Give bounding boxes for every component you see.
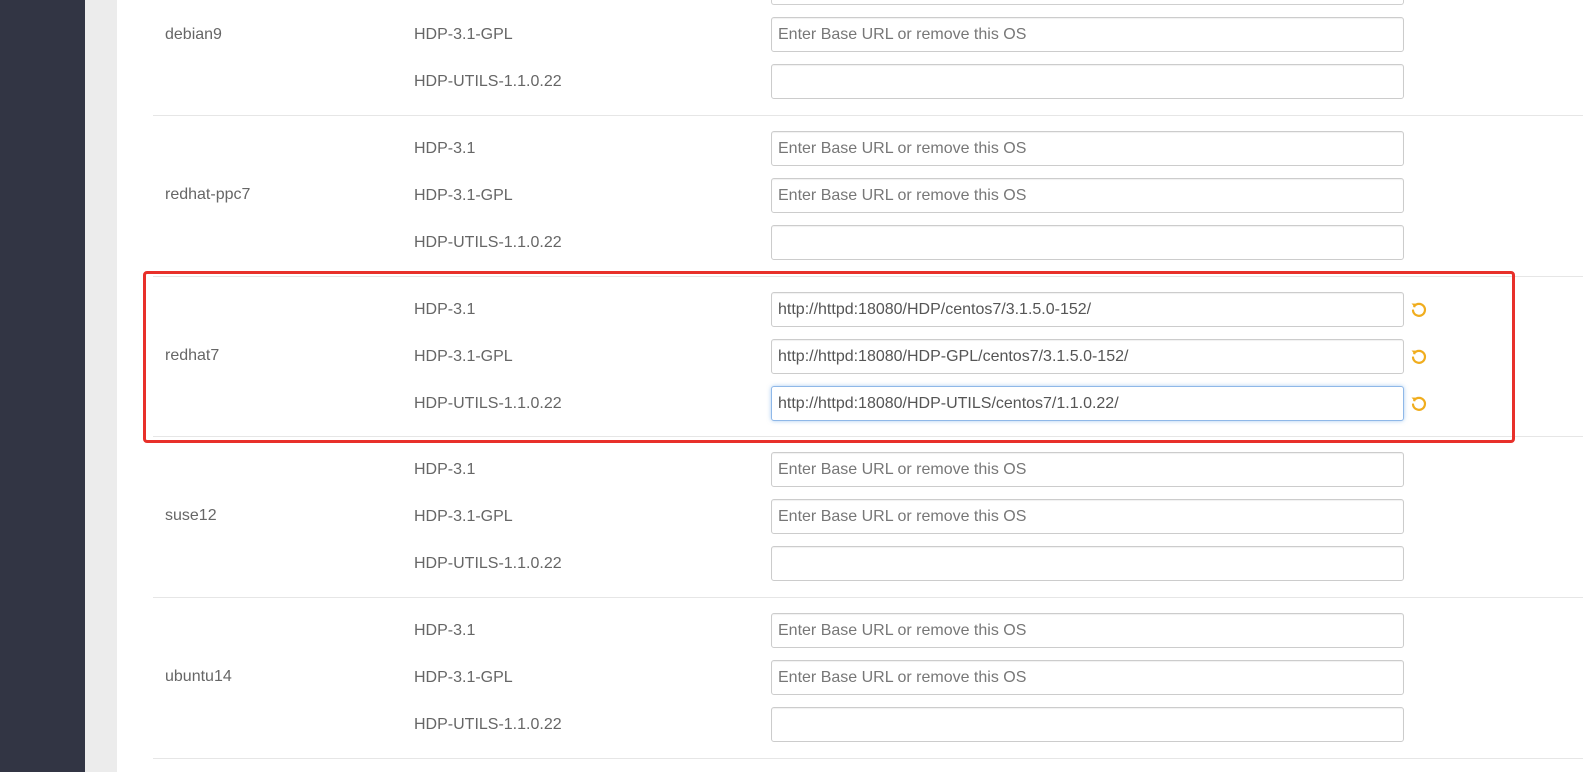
base-url-input[interactable]	[771, 386, 1404, 421]
base-url-input[interactable]	[771, 292, 1404, 327]
repo-name: HDP-UTILS-1.1.0.22	[414, 73, 562, 90]
base-url-input[interactable]	[771, 499, 1404, 534]
repo-row: HDP-3.1-GPL	[153, 660, 1583, 696]
base-url-input[interactable]	[771, 452, 1404, 487]
sidebar-gutter	[85, 0, 117, 772]
base-url-input[interactable]	[771, 707, 1404, 742]
repo-name: HDP-3.1	[414, 461, 476, 478]
repo-row: HDP-3.1	[153, 131, 1583, 167]
repo-row: HDP-UTILS-1.1.0.22	[153, 546, 1583, 582]
repo-name: HDP-UTILS-1.1.0.22	[414, 555, 562, 572]
undo-icon[interactable]	[1410, 395, 1428, 413]
repo-name: HDP-3.1	[414, 622, 476, 639]
repo-name: HDP-3.1-GPL	[414, 348, 513, 365]
base-url-input[interactable]	[771, 225, 1404, 260]
repo-name: HDP-3.1-GPL	[414, 187, 513, 204]
base-url-input[interactable]	[771, 17, 1404, 52]
os-group-suse12: suse12 HDP-3.1 HDP-3.1-GPL HDP-UTILS-1.1…	[153, 437, 1583, 598]
repo-name: HDP-3.1	[414, 301, 476, 318]
repo-row: HDP-UTILS-1.1.0.22	[153, 707, 1583, 743]
repo-name: HDP-UTILS-1.1.0.22	[414, 234, 562, 251]
left-sidebar	[0, 0, 85, 772]
repo-row: HDP-3.1-GPL	[153, 178, 1583, 214]
repo-name: HDP-3.1	[414, 140, 476, 157]
repo-row: HDP-UTILS-1.1.0.22	[153, 225, 1583, 261]
os-group-redhat7: redhat7 HDP-3.1 HDP-3.1-GPL HDP-UTILS-1.…	[153, 277, 1583, 437]
undo-icon[interactable]	[1410, 301, 1428, 319]
repo-row: HDP-UTILS-1.1.0.22	[153, 386, 1583, 422]
repo-row: HDP-3.1	[153, 292, 1583, 328]
repo-row: HDP-3.1-GPL	[153, 499, 1583, 535]
os-group-redhat-ppc7: redhat-ppc7 HDP-3.1 HDP-3.1-GPL HDP-UTIL…	[153, 116, 1583, 277]
base-url-input[interactable]	[771, 64, 1404, 99]
repo-row: HDP-3.1	[153, 452, 1583, 488]
base-url-input[interactable]	[771, 339, 1404, 374]
repo-row: HDP-3.1	[153, 613, 1583, 649]
repo-name: HDP-3.1-GPL	[414, 26, 513, 43]
os-group-ubuntu14: ubuntu14 HDP-3.1 HDP-3.1-GPL HDP-UTILS-1…	[153, 598, 1583, 759]
base-url-input[interactable]	[771, 660, 1404, 695]
undo-icon[interactable]	[1410, 348, 1428, 366]
repo-row: HDP-3.1-GPL	[153, 339, 1583, 375]
repo-name: HDP-UTILS-1.1.0.22	[414, 395, 562, 412]
repo-name: HDP-3.1-GPL	[414, 508, 513, 525]
base-url-input[interactable]	[771, 613, 1404, 648]
repo-name: HDP-UTILS-1.1.0.22	[414, 716, 562, 733]
base-url-input[interactable]	[771, 546, 1404, 581]
repo-row: HDP-UTILS-1.1.0.22	[153, 64, 1583, 100]
base-url-input[interactable]	[771, 131, 1404, 166]
base-url-input[interactable]	[771, 178, 1404, 213]
repo-row: HDP-3.1-GPL	[153, 17, 1583, 53]
os-group-debian9: debian9 HDP-3.1-GPL HDP-UTILS-1.1.0.22	[153, 0, 1583, 116]
repo-name: HDP-3.1-GPL	[414, 669, 513, 686]
